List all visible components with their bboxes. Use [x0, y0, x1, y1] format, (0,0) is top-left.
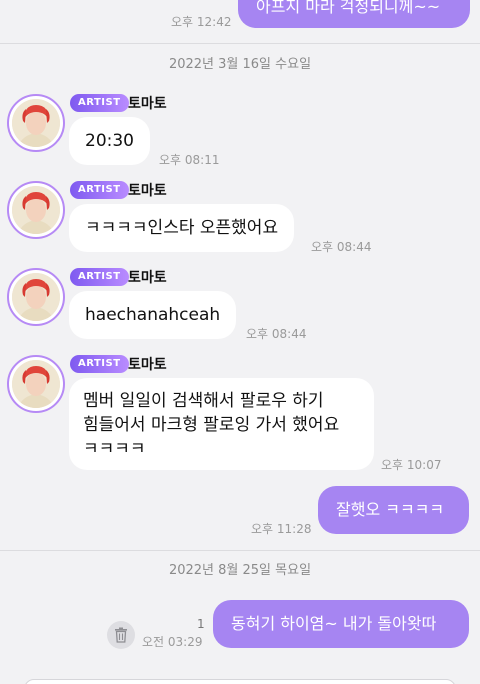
date-divider: 2022년 8월 25일 목요일 [168, 563, 312, 578]
artist-avatar[interactable] [7, 181, 65, 239]
message-text: 동혀기 하이염~ 내가 돌아왓따 [231, 614, 437, 633]
sender-name: 토마토 [128, 270, 167, 286]
trash-icon [115, 627, 127, 643]
artist-avatar[interactable] [7, 355, 65, 413]
message-text: 20:30 [85, 131, 134, 151]
outgoing-message-bubble[interactable]: 잘햇오 ㅋㅋㅋㅋ [318, 486, 469, 534]
message-text: ㅋㅋㅋㅋ인스타 오픈했어요 [85, 218, 279, 238]
artist-badge: ARTIST [70, 355, 129, 373]
message-text: haechanahceah [85, 305, 221, 325]
sender-name: 토마토 [128, 96, 167, 112]
sender-name: 토마토 [128, 183, 167, 199]
incoming-message-bubble[interactable]: 20:30 [69, 117, 150, 165]
artist-badge: ARTIST [70, 268, 129, 286]
incoming-message-bubble[interactable]: ㅋㅋㅋㅋ인스타 오픈했어요 [69, 204, 295, 252]
artist-avatar[interactable] [7, 94, 65, 152]
message-time: 오전 03:29 [142, 635, 203, 649]
message-time: 오후 08:44 [311, 240, 372, 254]
message-line: 힘들어서 마크형 팔로잉 가서 했어요 [83, 415, 340, 435]
delete-message-button[interactable] [107, 621, 135, 649]
avatar-image [12, 99, 60, 147]
avatar-image [12, 273, 60, 321]
message-input-edge[interactable] [24, 679, 456, 684]
divider-line [0, 43, 480, 44]
outgoing-message-bubble[interactable]: 동혀기 하이염~ 내가 돌아왓따 [213, 600, 469, 648]
message-line: 멤버 일일이 검색해서 팔로우 하기 [83, 391, 324, 411]
message-line: ㅋㅋㅋㅋ [83, 439, 146, 459]
incoming-message-bubble[interactable]: 멤버 일일이 검색해서 팔로우 하기 힘들어서 마크형 팔로잉 가서 했어요 ㅋ… [69, 378, 374, 470]
artist-avatar[interactable] [7, 268, 65, 326]
outgoing-message-bubble[interactable]: 아프지 마라 걱정되니께~~ [238, 0, 470, 28]
message-time: 오후 10:07 [381, 458, 442, 472]
message-time: 오후 11:28 [251, 522, 312, 536]
message-time: 오후 12:42 [171, 15, 232, 29]
message-text: 아프지 마라 걱정되니께~~ [256, 0, 441, 16]
artist-badge: ARTIST [70, 94, 129, 112]
avatar-image [12, 186, 60, 234]
sender-name: 토마토 [128, 357, 167, 373]
divider-line [0, 550, 480, 551]
incoming-message-bubble[interactable]: haechanahceah [69, 291, 237, 339]
artist-badge: ARTIST [70, 181, 129, 199]
date-divider: 2022년 3월 16일 수요일 [168, 57, 312, 72]
avatar-image [12, 360, 60, 408]
message-time: 오후 08:11 [159, 153, 220, 167]
message-time: 오후 08:44 [246, 327, 307, 341]
message-text: 잘햇오 ㅋㅋㅋㅋ [336, 500, 445, 519]
unread-count: 1 [197, 617, 205, 631]
